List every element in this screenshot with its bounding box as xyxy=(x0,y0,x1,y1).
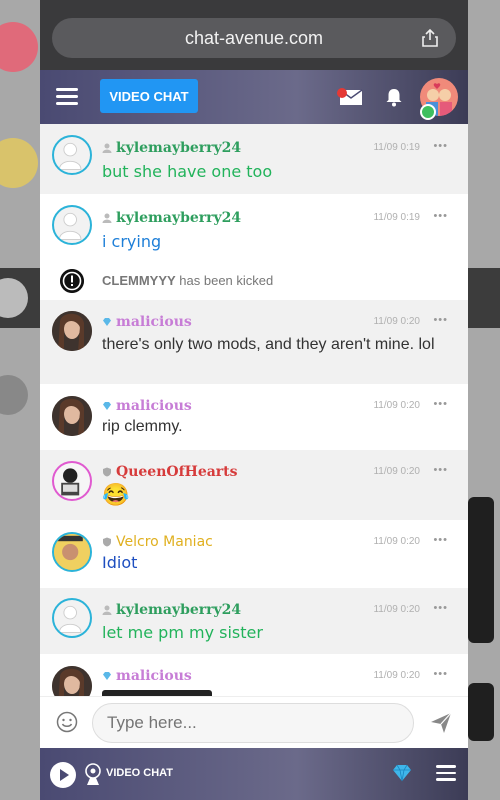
message-text: Idiot xyxy=(102,553,138,572)
username[interactable]: QueenOfHearts xyxy=(102,464,238,480)
username[interactable]: kylemayberry24 xyxy=(102,210,241,226)
message-options-icon[interactable]: ••• xyxy=(433,314,448,326)
chat-message: QueenOfHearts 11/09 0:20 ••• 😂 xyxy=(40,450,468,520)
bottom-bar: VIDEO CHAT xyxy=(40,748,468,800)
user-avatar[interactable] xyxy=(52,205,92,245)
chat-message: kylemayberry24 11/09 0:19 ••• but she ha… xyxy=(40,124,468,194)
bg-avatar xyxy=(0,375,28,415)
message-text: let me pm my sister xyxy=(102,623,263,642)
url-text: chat-avenue.com xyxy=(184,27,324,48)
kicked-username: CLEMMYYY xyxy=(102,273,176,288)
message-text: but she have one too xyxy=(102,162,273,181)
username[interactable]: kylemayberry24 xyxy=(102,140,241,156)
timestamp: 11/09 0:20 xyxy=(373,316,420,327)
message-composer xyxy=(40,696,468,749)
background-right-strip xyxy=(468,0,500,800)
video-chat-label[interactable]: VIDEO CHAT xyxy=(106,767,173,779)
user-avatar[interactable] xyxy=(52,396,92,436)
player-button[interactable] xyxy=(50,762,76,788)
send-icon[interactable] xyxy=(430,712,452,734)
timestamp: 11/09 0:20 xyxy=(373,466,420,477)
user-avatar[interactable] xyxy=(52,461,92,501)
notifications-bell-icon[interactable] xyxy=(385,87,403,107)
timestamp: 11/09 0:20 xyxy=(373,400,420,411)
shield-icon xyxy=(103,467,111,477)
message-options-icon[interactable]: ••• xyxy=(433,140,448,152)
online-status-icon xyxy=(420,104,436,120)
browser-bar: chat-avenue.com xyxy=(40,0,468,70)
timestamp: 11/09 0:20 xyxy=(373,604,420,615)
bg-dark-band xyxy=(468,268,500,328)
menu-icon[interactable] xyxy=(56,88,78,106)
chat-message: malicious 11/09 0:20 ••• xyxy=(40,654,468,696)
share-icon[interactable] xyxy=(420,28,440,48)
user-avatar[interactable] xyxy=(52,311,92,351)
username[interactable]: malicious xyxy=(102,398,192,414)
vip-diamond-icon xyxy=(103,318,111,326)
shield-icon xyxy=(103,537,111,547)
play-icon xyxy=(60,769,69,781)
webcam-icon[interactable] xyxy=(84,762,102,786)
timestamp: 11/09 0:19 xyxy=(373,212,420,223)
top-navbar: VIDEO CHAT xyxy=(40,70,468,124)
user-avatar[interactable] xyxy=(52,598,92,638)
username[interactable]: kylemayberry24 xyxy=(102,602,241,618)
username[interactable]: malicious xyxy=(102,668,192,684)
premium-diamond-icon[interactable] xyxy=(392,764,412,782)
alert-icon xyxy=(60,269,84,293)
bg-card xyxy=(468,683,494,741)
chat-message: kylemayberry24 11/09 0:20 ••• let me pm … xyxy=(40,588,468,654)
message-options-icon[interactable]: ••• xyxy=(433,668,448,680)
message-input[interactable] xyxy=(92,703,414,743)
vip-diamond-icon xyxy=(103,402,111,410)
chat-message: Velcro Maniac 11/09 0:20 ••• Idiot xyxy=(40,520,468,588)
video-chat-button[interactable]: VIDEO CHAT xyxy=(100,79,198,113)
user-rank-icon xyxy=(102,143,112,153)
chat-message: kylemayberry24 11/09 0:19 ••• i crying xyxy=(40,194,468,264)
message-text: 😂 xyxy=(102,482,130,507)
message-options-icon[interactable]: ••• xyxy=(433,602,448,614)
message-options-icon[interactable]: ••• xyxy=(433,398,448,410)
system-text: CLEMMYYY has been kicked xyxy=(102,273,274,288)
system-message: CLEMMYYY has been kicked xyxy=(40,264,468,300)
message-text: rip clemmy. xyxy=(102,418,183,435)
message-text: there's only two mods, and they aren't m… xyxy=(102,336,435,353)
chat-log: kylemayberry24 11/09 0:19 ••• but she ha… xyxy=(40,124,468,696)
timestamp: 11/09 0:20 xyxy=(373,670,420,681)
private-messages-icon[interactable] xyxy=(336,88,364,106)
bg-avatar xyxy=(0,22,38,72)
more-menu-icon[interactable] xyxy=(436,765,456,781)
user-rank-icon xyxy=(102,605,112,615)
message-options-icon[interactable]: ••• xyxy=(433,534,448,546)
message-options-icon[interactable]: ••• xyxy=(433,464,448,476)
emoji-icon[interactable] xyxy=(56,711,78,733)
message-text: i crying xyxy=(102,232,162,251)
background-left-strip xyxy=(0,0,40,800)
bg-card xyxy=(468,497,494,643)
user-avatar[interactable] xyxy=(52,135,92,175)
timestamp: 11/09 0:19 xyxy=(373,142,420,153)
chat-panel: chat-avenue.com VIDEO CHAT kylemayberry2… xyxy=(40,0,468,800)
chat-message: malicious 11/09 0:20 ••• there's only tw… xyxy=(40,300,468,384)
address-bar[interactable]: chat-avenue.com xyxy=(52,18,456,58)
chat-message: malicious 11/09 0:20 ••• rip clemmy. xyxy=(40,384,468,450)
user-avatar[interactable] xyxy=(52,532,92,572)
bg-avatar xyxy=(0,138,38,188)
user-rank-icon xyxy=(102,213,112,223)
vip-diamond-icon xyxy=(103,672,111,680)
username[interactable]: Velcro Maniac xyxy=(102,534,213,550)
username[interactable]: malicious xyxy=(102,314,192,330)
message-options-icon[interactable]: ••• xyxy=(433,210,448,222)
user-avatar[interactable] xyxy=(52,666,92,696)
timestamp: 11/09 0:20 xyxy=(373,536,420,547)
